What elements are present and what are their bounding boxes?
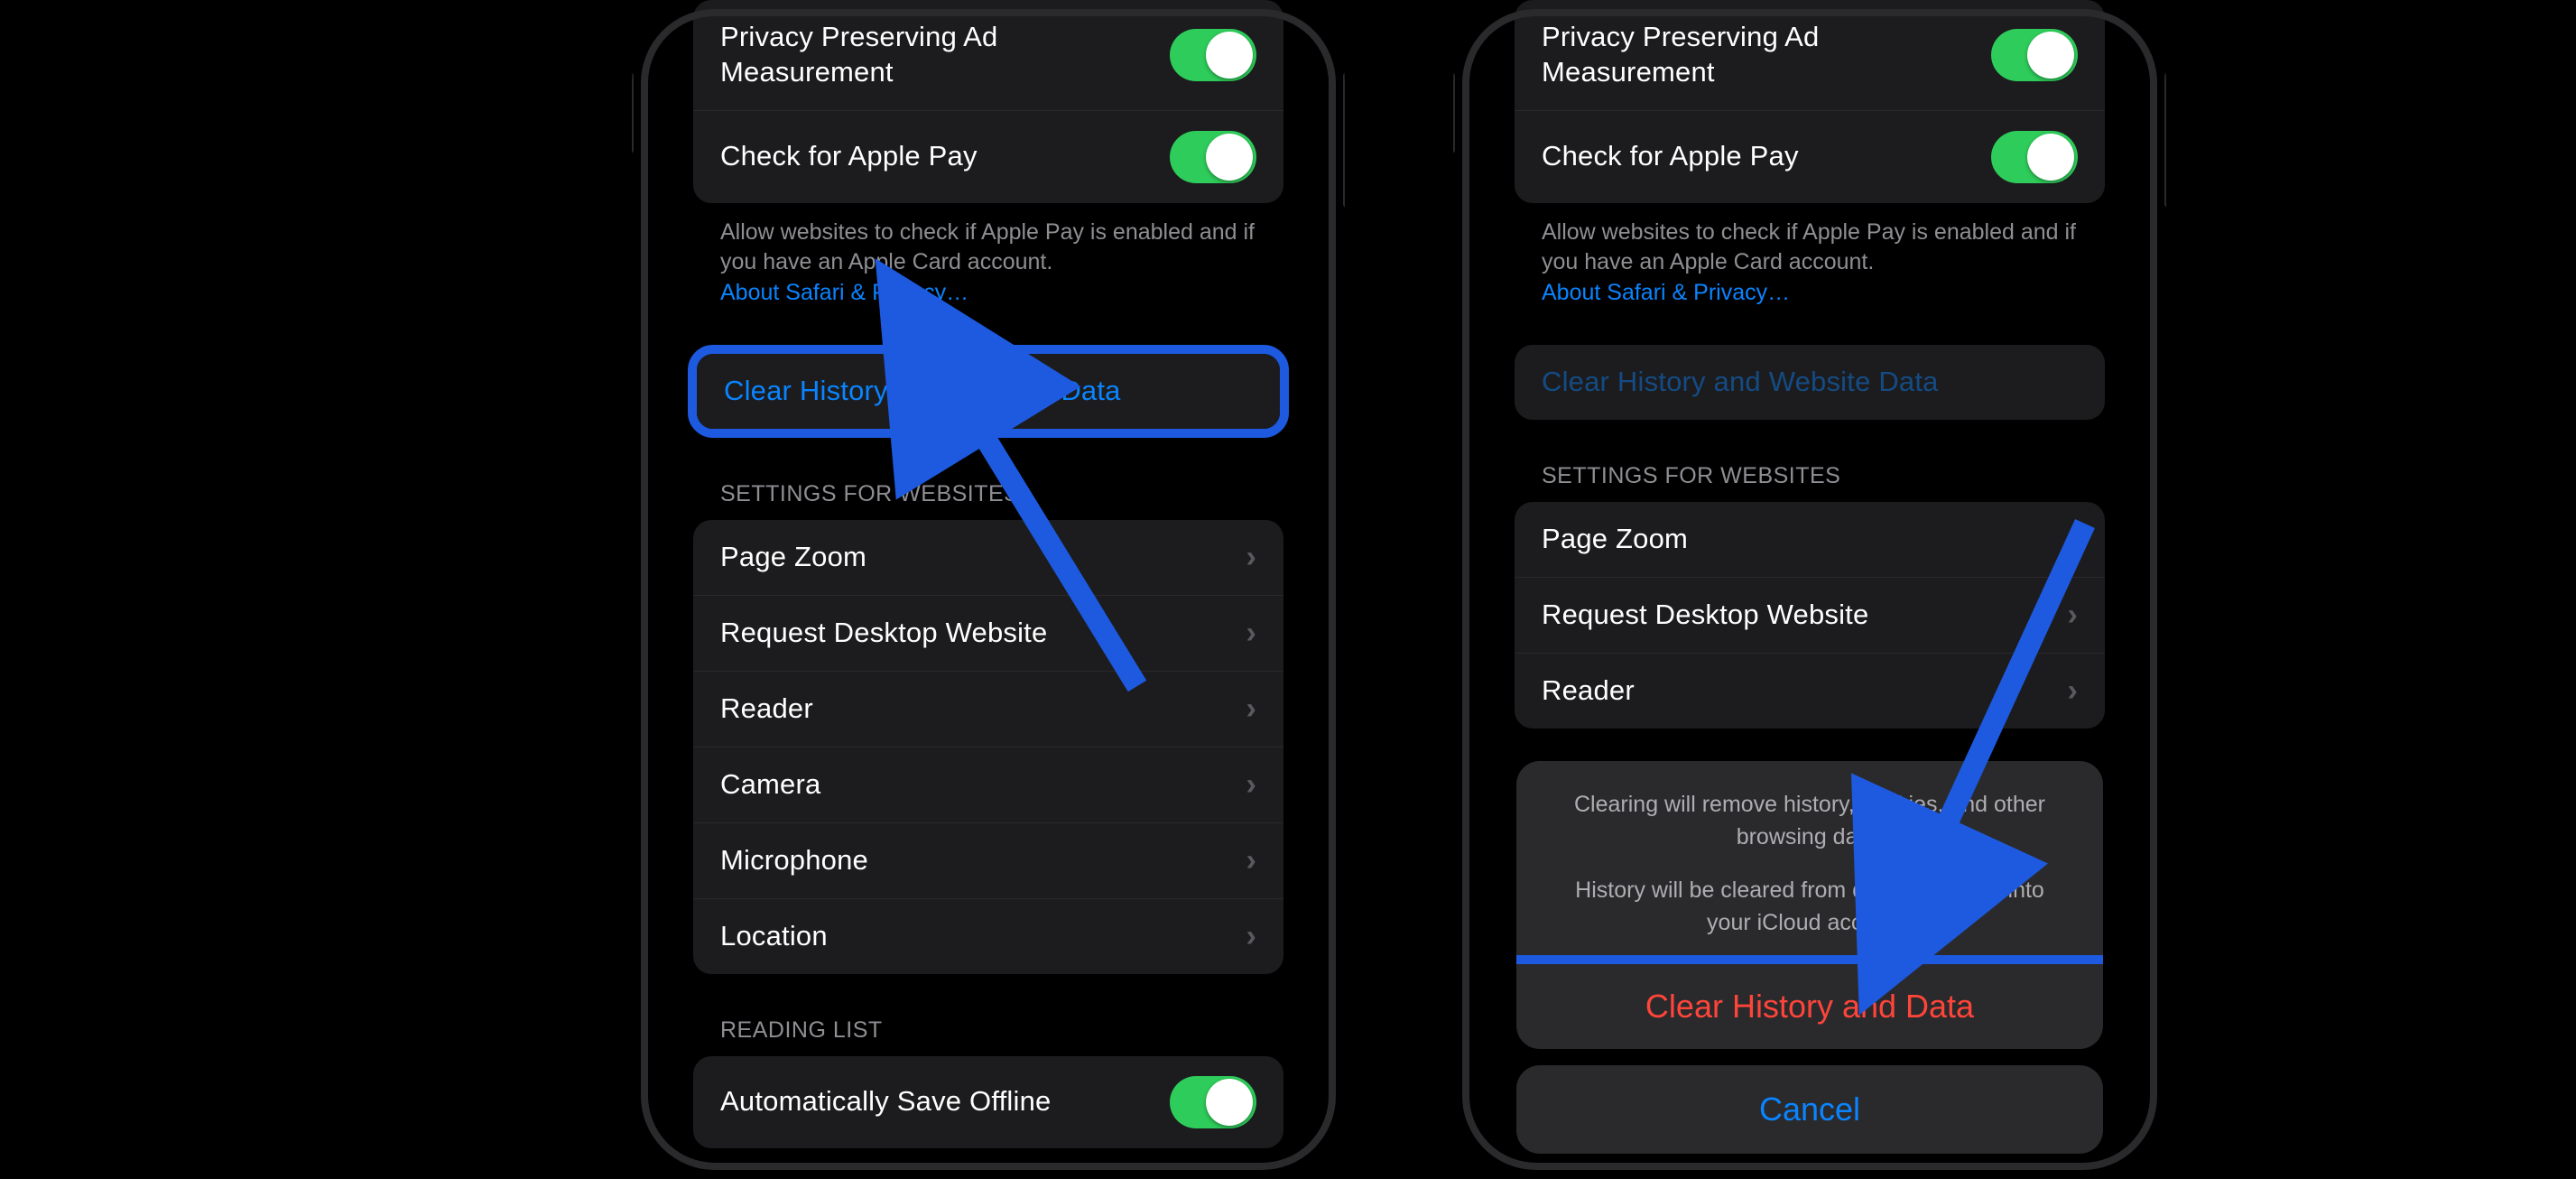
volume-button: [1453, 72, 1455, 153]
clear-history-label: Clear History and Website Data: [724, 374, 1253, 409]
toggle-on-icon[interactable]: [1170, 131, 1256, 183]
action-sheet-block: Clearing will remove history, cookies, a…: [1516, 761, 2103, 1049]
apple-pay-row[interactable]: Check for Apple Pay: [693, 110, 1283, 203]
power-button: [2164, 72, 2166, 208]
privacy-ad-label: Privacy Preserving Ad Measurement: [720, 20, 1170, 90]
screen-right: Privacy Preserving Ad Measurement Check …: [1487, 0, 2132, 1168]
clear-history-button[interactable]: Clear History and Website Data: [697, 354, 1280, 429]
cancel-button[interactable]: Cancel: [1516, 1065, 2103, 1154]
reader-row[interactable]: Reader ›: [693, 671, 1283, 747]
highlight-ring: Clear History and Data: [1516, 955, 2103, 1049]
chevron-right-icon: ›: [1246, 767, 1256, 803]
clear-history-and-data-button[interactable]: Clear History and Data: [1516, 988, 2103, 1026]
reading-list-header: READING LIST: [720, 1017, 1256, 1044]
auto-save-offline-row[interactable]: Automatically Save Offline: [693, 1056, 1283, 1148]
chevron-right-icon: ›: [1246, 540, 1256, 575]
reading-list-group: Automatically Save Offline: [693, 1056, 1283, 1148]
microphone-row[interactable]: Microphone ›: [693, 822, 1283, 898]
privacy-group: Privacy Preserving Ad Measurement Check …: [693, 0, 1283, 203]
settings-for-websites-group: Page Zoom › Request Desktop Website › Re…: [693, 520, 1283, 974]
action-sheet: Clearing will remove history, cookies, a…: [1516, 761, 2103, 1154]
auto-save-footer: Automatically save all Reading List item…: [720, 1163, 1256, 1169]
settings-for-websites-header: SETTINGS FOR WEBSITES: [720, 481, 1256, 507]
about-safari-privacy-link[interactable]: About Safari & Privacy…: [720, 280, 968, 305]
toggle-on-icon[interactable]: [1170, 1076, 1256, 1128]
chevron-right-icon: ›: [1246, 616, 1256, 651]
phone-right: Privacy Preserving Ad Measurement Check …: [1453, 0, 2166, 1179]
screen-left: Privacy Preserving Ad Measurement Check …: [666, 0, 1311, 1168]
power-button: [1343, 72, 1345, 208]
chevron-right-icon: ›: [1246, 919, 1256, 954]
apple-pay-footer: Allow websites to check if Apple Pay is …: [720, 218, 1256, 309]
location-row[interactable]: Location ›: [693, 898, 1283, 974]
volume-button: [632, 72, 634, 153]
tutorial-image: Privacy Preserving Ad Measurement Check …: [0, 0, 2576, 1179]
page-zoom-row[interactable]: Page Zoom ›: [693, 520, 1283, 595]
camera-row[interactable]: Camera ›: [693, 747, 1283, 822]
privacy-ad-row[interactable]: Privacy Preserving Ad Measurement: [693, 0, 1283, 110]
chevron-right-icon: ›: [1246, 843, 1256, 878]
chevron-right-icon: ›: [1246, 692, 1256, 727]
apple-pay-label: Check for Apple Pay: [720, 139, 1170, 174]
request-desktop-row[interactable]: Request Desktop Website ›: [693, 595, 1283, 671]
highlight-ring: Clear History and Website Data: [688, 345, 1289, 438]
action-sheet-message: Clearing will remove history, cookies, a…: [1516, 761, 2103, 964]
toggle-on-icon[interactable]: [1170, 29, 1256, 81]
phone-left: Privacy Preserving Ad Measurement Check …: [632, 0, 1345, 1179]
